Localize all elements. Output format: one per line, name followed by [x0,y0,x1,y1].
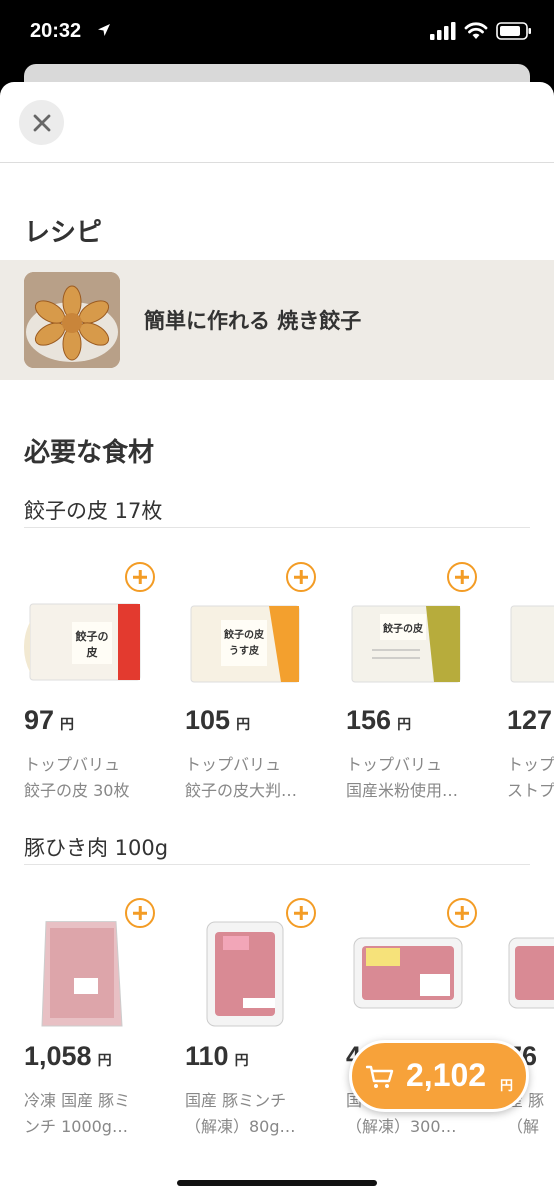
svg-text:うす皮: うす皮 [229,644,259,657]
status-icons [430,22,532,40]
ingredient-divider [24,864,530,865]
signal-icon [430,22,456,40]
product-image: 餃子の 皮 [24,603,141,681]
product-card[interactable]: 127円 トップストプ [507,562,554,822]
product-title: 国産米粉使用… [346,781,459,800]
header-divider [0,162,554,163]
ingredient-title-ground-pork: 豚ひき肉 100g [24,836,169,860]
product-card[interactable]: 110 円 国産 豚ミンチ （解凍）80g… [185,898,325,1158]
product-price: 105 円 [185,705,250,736]
product-card[interactable]: 餃子の皮 156 円 トップバリュ 国産米粉使用… [346,562,486,822]
ingredient-divider [24,527,530,528]
product-image [510,605,554,683]
svg-text:皮: 皮 [86,645,98,659]
product-title: （解凍）300… [346,1117,457,1136]
product-image [353,937,463,1009]
price-currency: 円 [397,717,412,733]
close-button[interactable] [19,100,64,145]
product-card[interactable]: 餃子の 皮 97 円 トップバリュ 餃子の皮 30枚 [24,562,164,822]
price-currency: 円 [60,717,75,733]
ingredient-title-gyoza-skin: 餃子の皮 17枚 [24,499,163,523]
status-bar: 20:32 [0,0,554,68]
product-price: 110 円 [185,1041,249,1072]
price-currency: 円 [97,1053,112,1069]
ingredients-section-title: 必要な食材 [24,438,155,468]
cart-currency: 円 [500,1079,514,1094]
price-currency: 円 [234,1053,249,1069]
product-image [508,937,554,1009]
price-value: 127 [507,705,553,735]
recipe-thumbnail [24,272,120,368]
product-name: 冷凍 国産 豚ミ ンチ 1000g… [24,1088,156,1140]
product-name: 国産 豚ミンチ （解凍）80g… [185,1088,317,1140]
recipe-item[interactable]: 簡単に作れる 焼き餃子 [0,260,554,380]
product-card[interactable]: 76 産 豚（解 [507,898,554,1158]
price-value: 1,058 [24,1041,92,1071]
cart-total: 2,102 [406,1057,487,1093]
product-image: 餃子の皮 うす皮 [190,605,300,683]
price-value: 156 [346,705,392,735]
product-title: （解 [507,1117,540,1136]
product-name: トップバリュ 餃子の皮大判… [185,752,317,804]
add-to-cart-button[interactable] [125,898,155,928]
product-row-gyoza-skin: 餃子の 皮 97 円 トップバリュ 餃子の皮 30枚 餃子の皮 うす皮 105 円 ト… [0,562,554,822]
home-indicator[interactable] [177,1180,377,1186]
product-card[interactable]: 1,058 円 冷凍 国産 豚ミ ンチ 1000g… [24,898,164,1158]
product-title: 餃子の皮 30枚 [24,781,130,800]
product-name: トップバリュ 国産米粉使用… [346,752,478,804]
location-arrow-icon [98,24,110,36]
product-image [41,921,123,1027]
add-to-cart-button[interactable] [125,562,155,592]
close-icon [33,114,50,131]
wifi-icon [464,22,488,39]
price-value: 105 [185,705,231,735]
product-row-ground-pork: 1,058 円 冷凍 国産 豚ミ ンチ 1000g… 110 円 国産 豚ミンチ （解凍… [0,898,554,1158]
product-title: （解凍）80g… [185,1117,296,1136]
recipe-section-title: レシピ [24,218,103,248]
product-price: 1,058 円 [24,1041,112,1072]
product-title: ストプ [507,781,554,800]
product-name: トップ ストプ [507,752,554,804]
product-title: ンチ 1000g… [24,1117,128,1136]
svg-text:餃子の皮: 餃子の皮 [382,622,423,635]
add-to-cart-button[interactable] [447,562,477,592]
cart-icon [366,1065,394,1088]
product-image: 餃子の皮 [351,605,461,683]
product-brand: トップ [507,755,554,774]
product-price: 97 円 [24,705,74,736]
product-price: 156 円 [346,705,411,736]
product-brand: 冷凍 国産 豚ミ [24,1091,131,1110]
svg-text:餃子の皮: 餃子の皮 [223,628,264,641]
product-name: トップバリュ 餃子の皮 30枚 [24,752,156,804]
product-brand: トップバリュ [24,755,121,774]
battery-icon [496,22,531,40]
product-card[interactable]: 4 国（解凍）300… [346,898,486,1158]
status-time: 20:32 [30,20,82,42]
price-value: 97 [24,705,55,735]
product-card[interactable]: 餃子の皮 うす皮 105 円 トップバリュ 餃子の皮大判… [185,562,325,822]
product-brand: 国産 豚ミンチ [185,1091,287,1110]
add-to-cart-button[interactable] [447,898,477,928]
product-brand: トップバリュ [185,755,282,774]
recipe-sheet: レシピ 簡単に作れる 焼き餃子 必要な食材 餃子の皮 17枚 餃子の 皮 97 … [0,82,554,1200]
price-currency: 円 [236,717,251,733]
product-title: 餃子の皮大判… [185,781,298,800]
price-value: 110 [185,1041,229,1071]
add-to-cart-button[interactable] [286,898,316,928]
product-image [206,921,284,1027]
add-to-cart-button[interactable] [286,562,316,592]
recipe-name: 簡単に作れる 焼き餃子 [144,309,362,333]
svg-text:餃子の: 餃子の [75,629,109,643]
product-brand: トップバリュ [346,755,443,774]
cart-button[interactable]: 2,102 円 [349,1040,529,1112]
gyoza-image [24,272,120,368]
product-price: 127円 [507,705,554,736]
